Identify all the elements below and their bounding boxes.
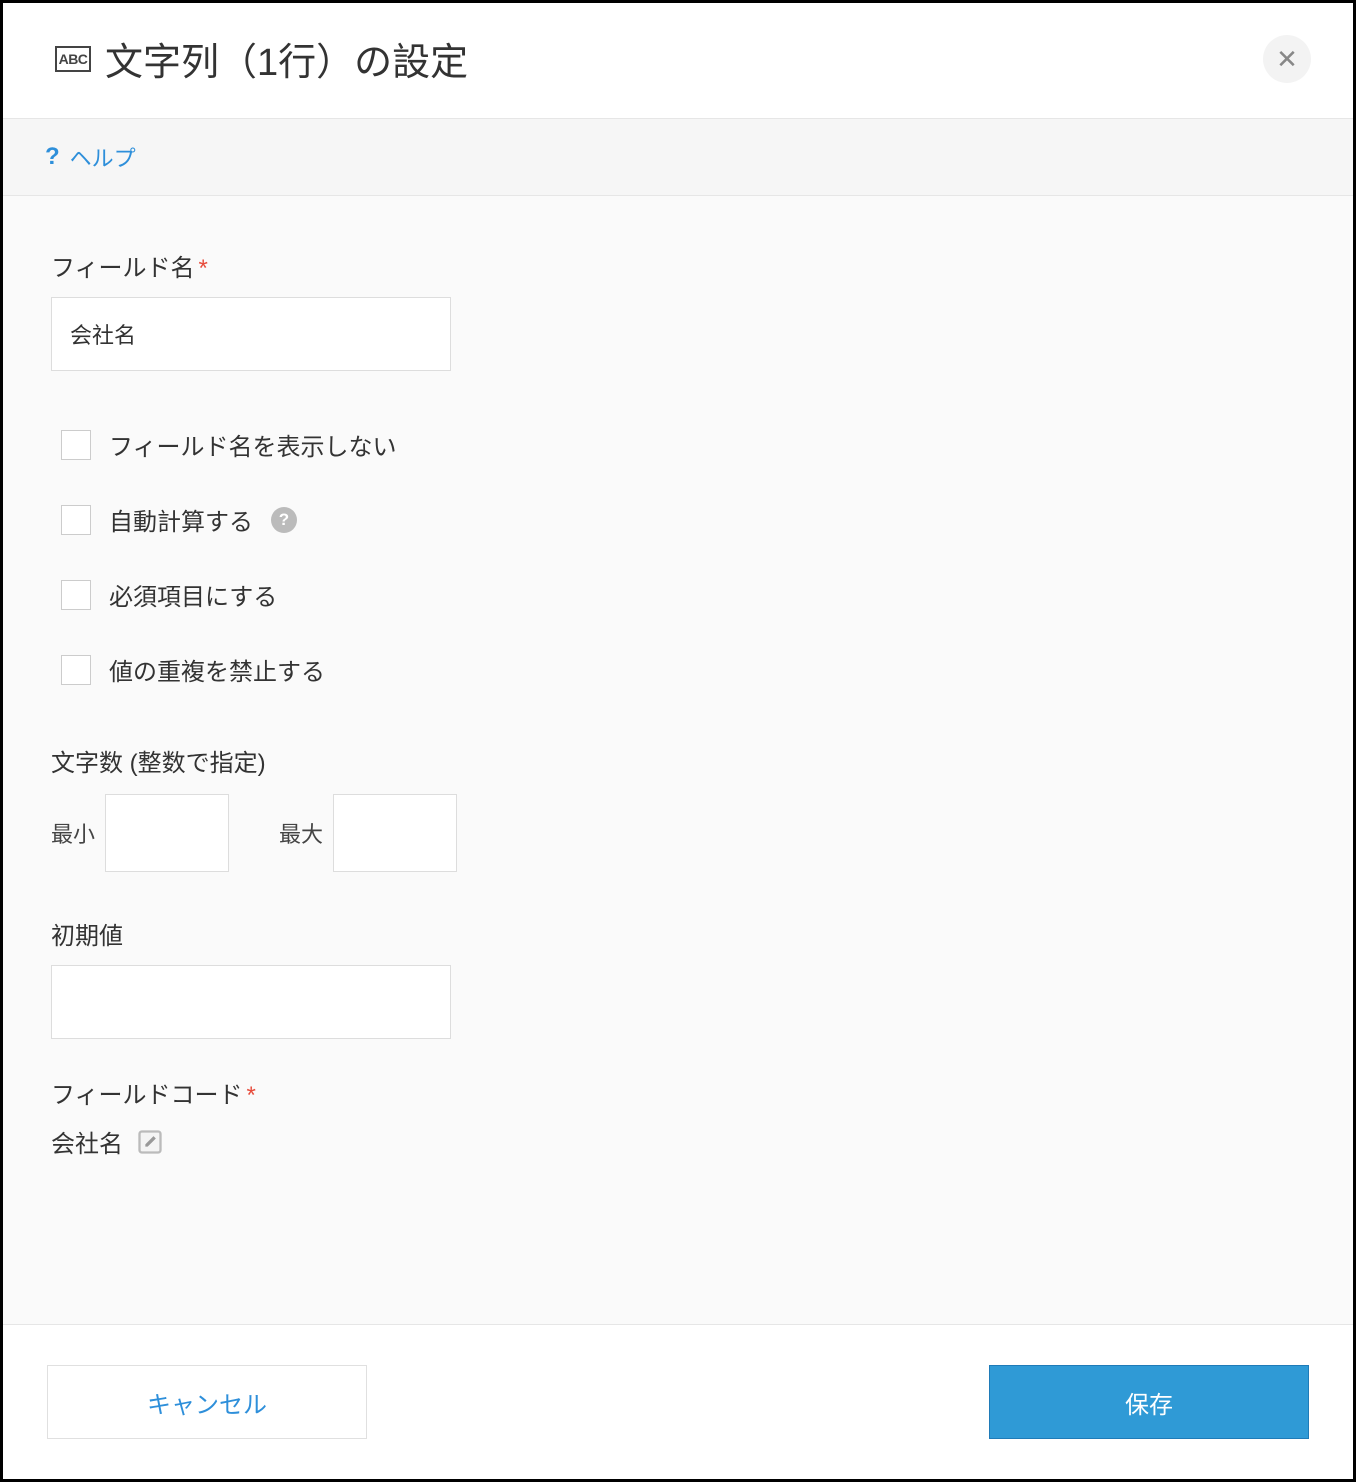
help-label: ヘルプ: [70, 141, 136, 173]
no-duplicates-label: 値の重複を禁止する: [109, 652, 325, 687]
default-value-input[interactable]: [51, 965, 451, 1039]
help-bar: ? ヘルプ: [3, 119, 1353, 196]
required-mark-icon: *: [247, 1082, 256, 1109]
dialog-body: フィールド名* フィールド名を表示しない 自動計算する ? 必須項目にする 値の…: [3, 196, 1353, 1324]
close-icon: ✕: [1276, 46, 1298, 72]
text-field-abc-icon: ABC: [55, 46, 91, 72]
field-code-row: 会社名: [51, 1124, 1305, 1159]
max-item: 最大: [279, 794, 457, 872]
field-code-label-text: フィールドコード: [51, 1082, 243, 1109]
dialog-title-wrap: ABC 文字列（1行）の設定: [55, 31, 468, 86]
save-button[interactable]: 保存: [989, 1365, 1309, 1439]
required-checkbox[interactable]: [61, 580, 91, 610]
required-mark-icon: *: [199, 255, 208, 282]
info-icon[interactable]: ?: [271, 507, 297, 533]
default-value-label: 初期値: [51, 916, 1305, 951]
dialog-footer: キャンセル 保存: [3, 1324, 1353, 1479]
field-code-value: 会社名: [51, 1124, 123, 1159]
min-item: 最小: [51, 794, 229, 872]
auto-calc-checkbox[interactable]: [61, 505, 91, 535]
min-label: 最小: [51, 817, 95, 849]
checkbox-row-no-duplicates: 値の重複を禁止する: [51, 632, 1305, 707]
auto-calc-label: 自動計算する: [109, 502, 253, 537]
no-duplicates-checkbox[interactable]: [61, 655, 91, 685]
help-icon: ?: [45, 143, 60, 171]
dialog-header: ABC 文字列（1行）の設定 ✕: [3, 3, 1353, 119]
checkbox-list: フィールド名を表示しない 自動計算する ? 必須項目にする 値の重複を禁止する: [51, 407, 1305, 707]
hide-field-name-label: フィールド名を表示しない: [109, 427, 397, 462]
cancel-button[interactable]: キャンセル: [47, 1365, 367, 1439]
required-label: 必須項目にする: [109, 577, 277, 612]
edit-field-code-button[interactable]: [133, 1125, 167, 1159]
hide-field-name-checkbox[interactable]: [61, 430, 91, 460]
field-name-group: フィールド名*: [51, 248, 1305, 371]
default-value-group: 初期値: [51, 916, 1305, 1039]
char-count-section: 文字数 (整数で指定) 最小 最大: [51, 743, 1305, 872]
min-input[interactable]: [105, 794, 229, 872]
field-name-label-text: フィールド名: [51, 255, 195, 282]
pencil-edit-icon: [136, 1128, 164, 1156]
checkbox-row-required: 必須項目にする: [51, 557, 1305, 632]
max-input[interactable]: [333, 794, 457, 872]
help-link[interactable]: ? ヘルプ: [45, 141, 136, 173]
checkbox-row-hide-field-name: フィールド名を表示しない: [51, 407, 1305, 482]
close-button[interactable]: ✕: [1263, 35, 1311, 83]
checkbox-row-auto-calc: 自動計算する ?: [51, 482, 1305, 557]
field-code-label: フィールドコード*: [51, 1075, 1305, 1110]
char-count-label: 文字数 (整数で指定): [51, 743, 1305, 778]
settings-dialog: ABC 文字列（1行）の設定 ✕ ? ヘルプ フィールド名* フィールド名を表示…: [0, 0, 1356, 1482]
field-name-input[interactable]: [51, 297, 451, 371]
dialog-title: 文字列（1行）の設定: [105, 31, 468, 86]
field-name-label: フィールド名*: [51, 248, 1305, 283]
max-label: 最大: [279, 817, 323, 849]
field-code-group: フィールドコード* 会社名: [51, 1075, 1305, 1159]
char-count-range-row: 最小 最大: [51, 794, 1305, 872]
